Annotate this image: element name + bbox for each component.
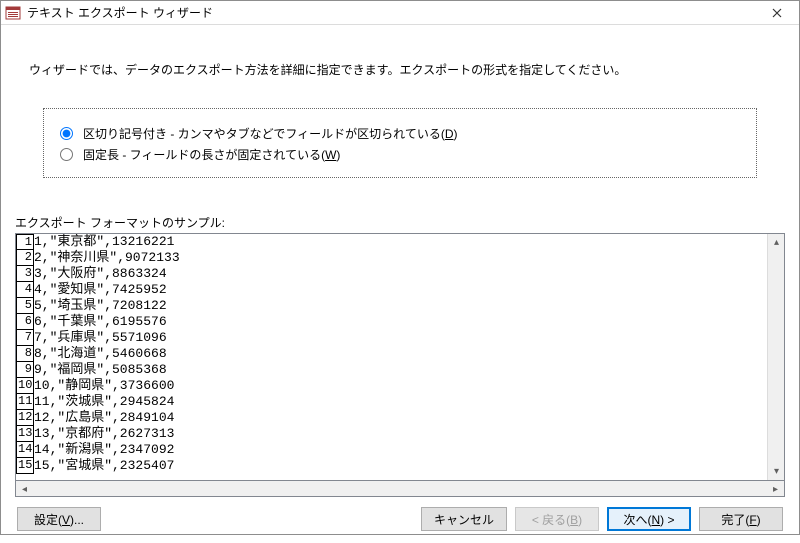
client-area: ウィザードでは、データのエクスポート方法を詳細に指定できます。エクスポートの形式… [1, 25, 799, 543]
row-number: 2 [16, 249, 34, 266]
radio-fixed-label: 固定長 - フィールドの長さが固定されている(W) [83, 146, 340, 163]
sample-row: 1212,"広島県",2849104 [16, 410, 767, 426]
sample-row: 44,"愛知県",7425952 [16, 282, 767, 298]
scroll-down-icon[interactable]: ▾ [768, 463, 785, 480]
cancel-button[interactable]: キャンセル [421, 507, 507, 531]
row-number: 11 [16, 393, 34, 410]
horizontal-scrollbar[interactable]: ◂ ▸ [15, 480, 785, 497]
sample-row: 11,"東京都",13216221 [16, 234, 767, 250]
sample-label: エクスポート フォーマットのサンプル: [15, 214, 789, 231]
row-text: 15,"宮城県",2325407 [34, 458, 174, 474]
row-text: 11,"茨城県",2945824 [34, 394, 174, 410]
close-button[interactable] [755, 1, 799, 25]
advanced-button[interactable]: 設定(V)... [17, 507, 101, 531]
row-text: 7,"兵庫県",5571096 [34, 330, 167, 346]
sample-row: 77,"兵庫県",5571096 [16, 330, 767, 346]
sample-row: 1515,"宮城県",2325407 [16, 458, 767, 474]
window-title: テキスト エクスポート ウィザード [27, 4, 755, 21]
sample-row: 22,"神奈川県",9072133 [16, 250, 767, 266]
row-text: 8,"北海道",5460668 [34, 346, 167, 362]
sample-container: 11,"東京都",1321622122,"神奈川県",907213333,"大阪… [15, 233, 785, 497]
sample-content: 11,"東京都",1321622122,"神奈川県",907213333,"大阪… [16, 234, 767, 480]
row-text: 5,"埼玉県",7208122 [34, 298, 167, 314]
row-number: 14 [16, 441, 34, 458]
radio-delimited-input[interactable] [60, 127, 73, 140]
sample-row: 1313,"京都府",2627313 [16, 426, 767, 442]
scroll-right-icon[interactable]: ▸ [767, 481, 784, 498]
format-group: 区切り記号付き - カンマやタブなどでフィールドが区切られている(D) 固定長 … [43, 108, 757, 178]
row-number: 4 [16, 281, 34, 298]
sample-row: 33,"大阪府",8863324 [16, 266, 767, 282]
sample-row: 88,"北海道",5460668 [16, 346, 767, 362]
row-number: 9 [16, 361, 34, 378]
row-number: 3 [16, 265, 34, 282]
vertical-scrollbar[interactable]: ▴ ▾ [767, 234, 784, 480]
intro-text: ウィザードでは、データのエクスポート方法を詳細に指定できます。エクスポートの形式… [29, 61, 779, 78]
row-text: 3,"大阪府",8863324 [34, 266, 167, 282]
sample-row: 1414,"新潟県",2347092 [16, 442, 767, 458]
sample-row: 1111,"茨城県",2945824 [16, 394, 767, 410]
row-text: 4,"愛知県",7425952 [34, 282, 167, 298]
row-text: 12,"広島県",2849104 [34, 410, 174, 426]
wizard-window: テキスト エクスポート ウィザード ウィザードでは、データのエクスポート方法を詳… [0, 0, 800, 535]
back-button: < 戻る(B) [515, 507, 599, 531]
row-number: 15 [16, 457, 34, 474]
row-number: 1 [16, 234, 34, 250]
row-number: 6 [16, 313, 34, 330]
finish-button[interactable]: 完了(F) [699, 507, 783, 531]
radio-delimited-label: 区切り記号付き - カンマやタブなどでフィールドが区切られている(D) [83, 125, 458, 142]
sample-row: 1010,"静岡県",3736600 [16, 378, 767, 394]
row-text: 6,"千葉県",6195576 [34, 314, 167, 330]
app-icon [5, 5, 21, 21]
row-text: 10,"静岡県",3736600 [34, 378, 174, 394]
row-text: 9,"福岡県",5085368 [34, 362, 167, 378]
row-number: 8 [16, 345, 34, 362]
row-number: 7 [16, 329, 34, 346]
row-text: 14,"新潟県",2347092 [34, 442, 174, 458]
row-number: 13 [16, 425, 34, 442]
radio-delimited[interactable]: 区切り記号付き - カンマやタブなどでフィールドが区切られている(D) [60, 125, 740, 142]
sample-area: 11,"東京都",1321622122,"神奈川県",907213333,"大阪… [15, 233, 785, 481]
radio-fixed-input[interactable] [60, 148, 73, 161]
radio-fixed[interactable]: 固定長 - フィールドの長さが固定されている(W) [60, 146, 740, 163]
row-number: 12 [16, 409, 34, 426]
row-text: 13,"京都府",2627313 [34, 426, 174, 442]
scroll-left-icon[interactable]: ◂ [16, 481, 33, 498]
sample-row: 66,"千葉県",6195576 [16, 314, 767, 330]
row-text: 2,"神奈川県",9072133 [34, 250, 180, 266]
next-button[interactable]: 次へ(N) > [607, 507, 691, 531]
titlebar: テキスト エクスポート ウィザード [1, 1, 799, 25]
row-number: 10 [16, 377, 34, 394]
row-number: 5 [16, 297, 34, 314]
button-row: 設定(V)... キャンセル < 戻る(B) 次へ(N) > 完了(F) [11, 507, 789, 533]
row-text: 1,"東京都",13216221 [34, 234, 174, 250]
scroll-up-icon[interactable]: ▴ [768, 234, 785, 251]
sample-row: 99,"福岡県",5085368 [16, 362, 767, 378]
sample-row: 55,"埼玉県",7208122 [16, 298, 767, 314]
